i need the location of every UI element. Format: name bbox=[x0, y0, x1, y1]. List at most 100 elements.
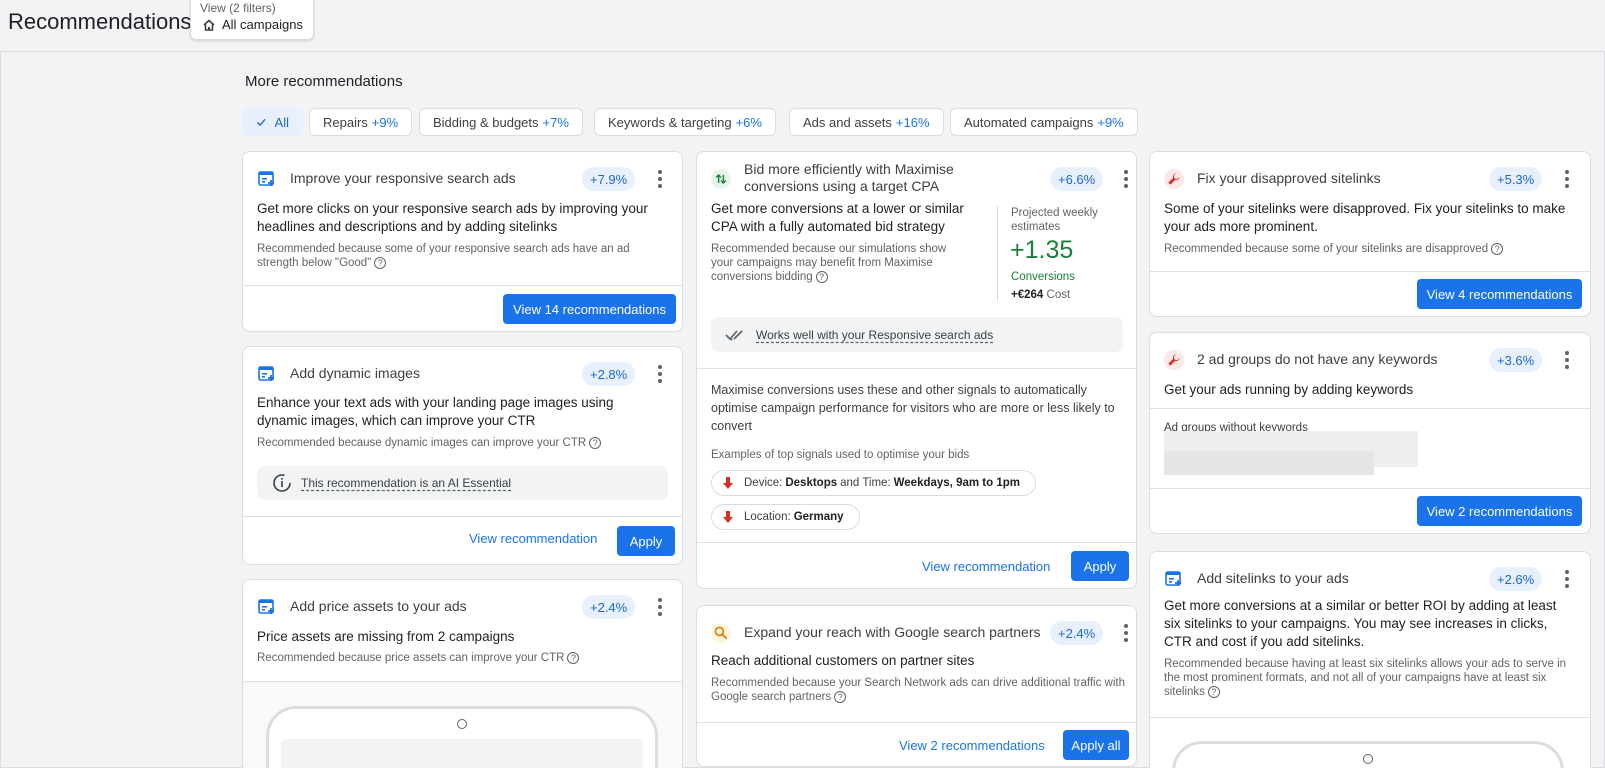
signals-caption: Examples of top signals used to optimise… bbox=[711, 449, 970, 461]
view-recommendation-link[interactable]: View recommendation bbox=[469, 523, 597, 553]
card-price-assets: Add price assets to your ads +2.4% Price… bbox=[242, 579, 683, 768]
works-well-text: Works well with your Responsive search a… bbox=[756, 327, 994, 342]
apply-button[interactable]: Apply bbox=[1071, 551, 1129, 581]
phone-preview bbox=[1172, 741, 1564, 768]
divider bbox=[1150, 271, 1590, 272]
divider bbox=[243, 516, 682, 517]
divider bbox=[697, 368, 1136, 369]
card-title: Add dynamic images bbox=[290, 365, 420, 381]
works-well-note[interactable]: Works well with your Responsive search a… bbox=[711, 317, 1123, 352]
card-reason: Recommended because our simulations show… bbox=[711, 243, 947, 283]
signal-device-time: Device: Desktops and Time: Weekdays, 9am to… bbox=[711, 470, 1036, 496]
help-icon[interactable]: ? bbox=[567, 651, 580, 664]
phone-camera bbox=[1363, 754, 1373, 764]
filter-chip-bidding-budgets[interactable]: Bidding & budgets +7% bbox=[419, 108, 583, 136]
apply-all-button[interactable]: Apply all bbox=[1063, 730, 1129, 760]
filter-chip-pct: +9% bbox=[371, 114, 399, 130]
help-icon[interactable]: ? bbox=[589, 436, 602, 449]
filter-chip-label: Ads and assets bbox=[803, 114, 892, 130]
view-recommendations-button[interactable]: View 4 recommendations bbox=[1417, 279, 1582, 309]
more-options-icon[interactable] bbox=[1123, 624, 1129, 642]
phone-camera bbox=[457, 719, 467, 729]
card-description: Reach additional customers on partner si… bbox=[711, 653, 975, 668]
help-icon[interactable]: ? bbox=[374, 256, 387, 269]
filter-chip-all[interactable]: All bbox=[242, 108, 303, 136]
estimate-divider bbox=[997, 206, 998, 301]
wrench-icon bbox=[1164, 350, 1184, 370]
filter-chip-ads-assets[interactable]: Ads and assets +16% bbox=[789, 108, 944, 136]
uplift-badge: +2.6% bbox=[1489, 567, 1543, 591]
filter-chip-repairs[interactable]: Repairs +9% bbox=[309, 108, 413, 136]
card-title: Improve your responsive search ads bbox=[290, 170, 516, 186]
card-title: Add sitelinks to your ads bbox=[1197, 570, 1349, 586]
filter-chip-label: Repairs bbox=[323, 114, 368, 130]
card-improve-rsa: Improve your responsive search ads +7.9%… bbox=[242, 151, 683, 332]
phone-screen bbox=[281, 739, 643, 768]
apply-button[interactable]: Apply bbox=[617, 526, 675, 556]
search-icon bbox=[711, 623, 731, 643]
card-missing-keywords: 2 ad groups do not have any keywords +3.… bbox=[1149, 332, 1591, 534]
view-recommendations-button[interactable]: View 2 recommendations bbox=[1417, 496, 1582, 526]
card-title: Fix your disapproved sitelinks bbox=[1197, 170, 1381, 186]
card-reason: Recommended because some of your sitelin… bbox=[1164, 242, 1579, 256]
check-icon bbox=[257, 118, 266, 127]
help-icon[interactable]: ? bbox=[1207, 685, 1220, 698]
projected-label: Projected weekly estimates bbox=[1011, 207, 1098, 233]
ad-icon bbox=[257, 597, 277, 617]
view-filter-label: View (2 filters) bbox=[200, 1, 276, 15]
more-options-icon[interactable] bbox=[1123, 170, 1129, 188]
filter-chip-pct: +9% bbox=[1097, 114, 1124, 130]
projected-metric: Conversions bbox=[1011, 271, 1075, 283]
help-icon[interactable]: ? bbox=[1491, 242, 1504, 255]
ad-group-name-redacted bbox=[1164, 451, 1374, 475]
filter-chip-pct: +16% bbox=[895, 114, 930, 130]
page-title: Recommendations bbox=[8, 9, 192, 34]
view-filter-value: All campaigns bbox=[222, 17, 303, 32]
view-filter-selector[interactable]: View (2 filters) All campaigns bbox=[190, 0, 314, 40]
phone-preview bbox=[266, 706, 658, 768]
card-description: Get more conversions at a lower or simil… bbox=[711, 201, 964, 234]
help-icon[interactable]: ? bbox=[834, 690, 847, 703]
more-options-icon[interactable] bbox=[1564, 570, 1570, 588]
card-title: Add price assets to your ads bbox=[290, 598, 467, 614]
info-clock-icon bbox=[273, 474, 291, 492]
ai-essential-note[interactable]: This recommendation is an AI Essential bbox=[257, 466, 668, 500]
card-add-sitelinks: Add sitelinks to your ads +2.6% Get more… bbox=[1149, 551, 1591, 768]
card-description: Price assets are missing from 2 campaign… bbox=[257, 629, 515, 644]
section-title: More recommendations bbox=[245, 73, 403, 90]
card-search-partners: Expand your reach with Google search par… bbox=[696, 605, 1137, 767]
uplift-badge: +2.4% bbox=[1050, 621, 1104, 645]
view-recommendations-button[interactable]: View 14 recommendations bbox=[503, 294, 676, 324]
filter-chip-automated-campaigns[interactable]: Automated campaigns +9% bbox=[950, 108, 1138, 136]
more-options-icon[interactable] bbox=[1564, 170, 1570, 188]
more-options-icon[interactable] bbox=[1564, 351, 1570, 369]
card-fix-sitelinks: Fix your disapproved sitelinks +5.3% Som… bbox=[1149, 151, 1591, 317]
more-options-icon[interactable] bbox=[657, 365, 663, 383]
cost-estimate: +€264 Cost bbox=[1011, 289, 1071, 301]
card-description: Some of your sitelinks were disapproved.… bbox=[1164, 201, 1566, 234]
projected-value: +1.35 bbox=[1010, 236, 1074, 264]
arrow-down-icon bbox=[723, 511, 733, 523]
divider bbox=[1150, 408, 1590, 409]
card-reason: Recommended because price assets can imp… bbox=[257, 651, 672, 665]
card-reason: Recommended because your Search Network … bbox=[711, 677, 1125, 703]
card-title: 2 ad groups do not have any keywords bbox=[1197, 351, 1438, 367]
filter-chip-keywords-targeting[interactable]: Keywords & targeting +6% bbox=[594, 108, 776, 136]
view-recommendation-link[interactable]: View recommendation bbox=[922, 551, 1050, 581]
ad-icon bbox=[257, 364, 277, 384]
help-icon[interactable]: ? bbox=[815, 270, 828, 283]
uplift-badge: +5.3% bbox=[1489, 167, 1543, 191]
double-check-icon bbox=[725, 329, 743, 341]
more-options-icon[interactable] bbox=[657, 598, 663, 616]
ad-icon bbox=[1164, 569, 1184, 589]
card-title: Expand your reach with Google search par… bbox=[744, 624, 1041, 640]
view-recommendations-link[interactable]: View 2 recommendations bbox=[899, 730, 1045, 760]
signal-location: Location: Germany bbox=[711, 504, 860, 530]
card-dynamic-images: Add dynamic images +2.8% Enhance your te… bbox=[242, 346, 683, 565]
uplift-badge: +2.4% bbox=[582, 595, 636, 619]
wrench-icon bbox=[1164, 169, 1184, 189]
card-description: Get more conversions at a similar or bet… bbox=[1164, 598, 1557, 649]
card-description: Enhance your text ads with your landing … bbox=[257, 395, 614, 428]
more-options-icon[interactable] bbox=[657, 170, 663, 188]
ad-icon bbox=[257, 169, 277, 189]
